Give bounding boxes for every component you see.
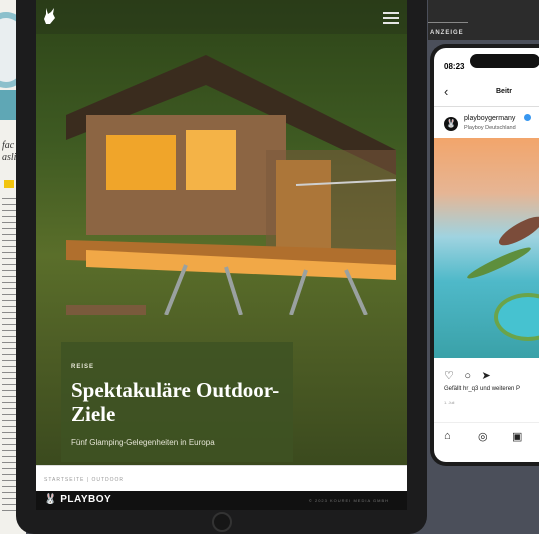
ad-label: ANZEIGE — [430, 30, 464, 36]
brand-footer: 🐰 PLAYBOY © 2023 KOUREI MEDIA GMBH — [36, 491, 407, 510]
breadcrumb-strip: STARTSEITE | OUTDOOR — [36, 465, 407, 492]
phone-notch — [470, 54, 539, 68]
tablet-topbar — [36, 0, 407, 34]
avatar[interactable]: 🐰 — [444, 117, 458, 131]
lagoon-pool — [494, 293, 539, 341]
post-actions: ♡ ○ ➤ — [444, 366, 539, 382]
instagram-tabbar: ⌂ ◎ ▣ — [434, 422, 539, 451]
phone-screen: 08:23 ‹ Beitr 🐰 playboygermany Playboy D… — [434, 48, 539, 462]
hero-image[interactable]: REISE Spektakuläre Outdoor-Ziele Fünf Gl… — [36, 0, 407, 465]
article-subline: Fünf Glamping-Gelegenheiten in Europa — [71, 438, 215, 447]
heart-icon[interactable]: ♡ — [444, 369, 454, 382]
tablet-screen: REISE Spektakuläre Outdoor-Ziele Fünf Gl… — [36, 0, 407, 510]
bunny-logo-icon[interactable] — [42, 7, 56, 25]
divider — [434, 106, 539, 107]
phone-device: 08:23 ‹ Beitr 🐰 playboygermany Playboy D… — [430, 44, 539, 466]
status-time: 08:23 — [444, 62, 465, 71]
reels-icon[interactable]: ▣ — [512, 430, 522, 443]
hamburger-menu-icon[interactable] — [383, 12, 399, 24]
playboy-logo[interactable]: 🐰 PLAYBOY — [44, 494, 111, 505]
overwater-villas — [495, 211, 539, 251]
ad-header: ANZEIGE — [428, 0, 539, 40]
post-date: 1. Juli — [444, 400, 455, 405]
copyright-text: © 2023 KOUREI MEDIA GMBH — [308, 498, 389, 503]
magazine-snippet: fac asli — [2, 140, 17, 163]
ad-divider — [428, 22, 468, 23]
home-icon[interactable]: ⌂ — [444, 430, 451, 442]
article-headline[interactable]: Spektakuläre Outdoor-Ziele — [71, 378, 286, 426]
screen-title: Beitr — [496, 88, 512, 95]
brand-name: PLAYBOY — [60, 494, 112, 505]
explore-icon[interactable]: ◎ — [478, 430, 488, 443]
share-icon[interactable]: ➤ — [481, 369, 490, 382]
back-arrow-icon[interactable]: ‹ — [444, 84, 448, 99]
article-card[interactable]: REISE Spektakuläre Outdoor-Ziele Fünf Gl… — [61, 342, 293, 462]
comment-icon[interactable]: ○ — [464, 370, 471, 382]
verified-badge-icon — [524, 114, 531, 121]
magazine-highlight — [4, 180, 14, 188]
account-name: Playboy Deutschland — [464, 125, 516, 131]
article-kicker: REISE — [71, 364, 95, 370]
account-handle[interactable]: playboygermany — [464, 115, 515, 122]
likes-text[interactable]: Gefällt hr_q3 und weiteren P — [444, 386, 520, 392]
island-strip — [465, 243, 533, 283]
post-image[interactable] — [434, 138, 539, 358]
home-button-icon[interactable] — [212, 512, 232, 532]
tablet-device: REISE Spektakuläre Outdoor-Ziele Fünf Gl… — [16, 0, 427, 534]
breadcrumb[interactable]: STARTSEITE | OUTDOOR — [44, 477, 124, 483]
treehouse-illustration — [66, 55, 396, 315]
